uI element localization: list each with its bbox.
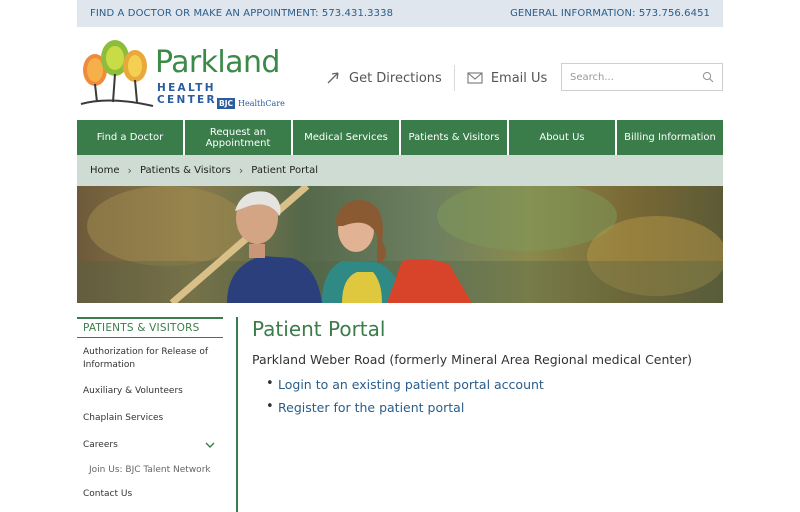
sidebar: PATIENTS & VISITORS Authorization for Re…	[77, 317, 223, 501]
header-divider	[453, 65, 455, 91]
sidebar-item-careers-label: Careers	[83, 440, 118, 451]
parkland-logo[interactable]: Parkland HEALTH CENTER BJC HealthCare	[79, 36, 285, 112]
logo-name: Parkland	[155, 45, 280, 80]
sidebar-heading[interactable]: PATIENTS & VISITORS	[77, 317, 223, 338]
main-navigation: Find a Doctor Request an Appointment Med…	[77, 120, 723, 155]
sidebar-item-careers[interactable]: Careers	[77, 439, 223, 452]
nav-find-a-doctor[interactable]: Find a Doctor	[77, 120, 183, 155]
nav-request-appointment[interactable]: Request an Appointment	[185, 120, 291, 155]
location-text: Parkland Weber Road (formerly Mineral Ar…	[252, 352, 693, 367]
content-divider	[236, 317, 238, 512]
nav-patients-visitors[interactable]: Patients & Visitors	[401, 120, 507, 155]
portal-links-list: Login to an existing patient portal acco…	[266, 376, 544, 423]
breadcrumb: Home › Patients & Visitors › Patient Por…	[77, 155, 723, 186]
sidebar-item-auxiliary-volunteers[interactable]: Auxiliary & Volunteers	[77, 385, 223, 398]
hero-photo-illustration	[77, 186, 723, 303]
login-portal-link[interactable]: Login to an existing patient portal acco…	[266, 376, 544, 392]
bjc-text: HealthCare	[238, 99, 285, 108]
bjc-box: BJC	[217, 98, 236, 109]
email-us-link[interactable]: Email Us	[467, 70, 548, 86]
directions-arrow-icon	[327, 72, 339, 84]
breadcrumb-home[interactable]: Home	[90, 165, 120, 176]
trees-logo-icon	[80, 40, 154, 107]
sidebar-item-contact-us[interactable]: Contact Us	[77, 488, 223, 501]
header-links: Get Directions Email Us	[325, 64, 547, 92]
nav-medical-services[interactable]: Medical Services	[293, 120, 399, 155]
page-title: Patient Portal	[252, 317, 386, 341]
chevron-down-icon[interactable]	[205, 442, 215, 449]
sidebar-item-chaplain-services[interactable]: Chaplain Services	[77, 412, 223, 425]
get-directions-label: Get Directions	[349, 70, 442, 86]
nav-billing-information[interactable]: Billing Information	[617, 120, 723, 155]
appointment-phone-text[interactable]: FIND A DOCTOR OR MAKE AN APPOINTMENT: 57…	[90, 8, 393, 19]
hero-image	[77, 186, 723, 303]
breadcrumb-patients-visitors[interactable]: Patients & Visitors	[140, 165, 231, 176]
envelope-icon	[467, 72, 483, 84]
sidebar-item-authorization[interactable]: Authorization for Release of Information	[77, 346, 223, 372]
register-portal-link[interactable]: Register for the patient portal	[266, 399, 544, 415]
breadcrumb-current: Patient Portal	[251, 165, 319, 176]
chevron-right-icon: ›	[238, 164, 244, 177]
search-box	[561, 63, 723, 91]
general-info-phone-text[interactable]: GENERAL INFORMATION: 573.756.6451	[510, 8, 710, 19]
nav-about-us[interactable]: About Us	[509, 120, 615, 155]
email-us-label: Email Us	[490, 70, 548, 86]
sidebar-subitem-talent-network[interactable]: Join Us: BJC Talent Network	[77, 465, 223, 475]
bjc-healthcare-logo: BJC HealthCare	[217, 98, 285, 109]
top-info-bar: FIND A DOCTOR OR MAKE AN APPOINTMENT: 57…	[77, 0, 723, 27]
search-input[interactable]	[570, 71, 702, 83]
get-directions-link[interactable]: Get Directions	[325, 71, 442, 86]
main-content: Patient Portal Parkland Weber Road (form…	[252, 317, 722, 415]
search-icon[interactable]	[702, 71, 714, 83]
chevron-right-icon: ›	[127, 164, 132, 177]
